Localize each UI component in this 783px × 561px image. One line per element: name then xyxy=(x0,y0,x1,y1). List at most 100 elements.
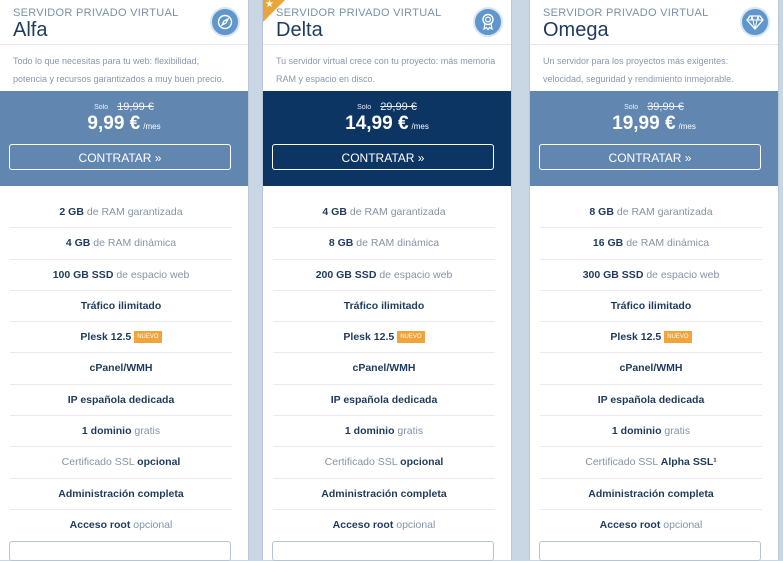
plan-kicker: SERVIDOR PRIVADO VIRTUAL xyxy=(543,7,709,19)
contratar-button[interactable]: CONTRATAR » xyxy=(539,144,761,170)
bottom-button[interactable] xyxy=(539,541,761,561)
feature-strong: Administración completa xyxy=(588,487,714,500)
feature-rest: gratis xyxy=(131,425,161,438)
current-price-row: 9,99 €/mes xyxy=(0,113,248,135)
current-price-row: 19,99 €/mes xyxy=(530,113,778,135)
feature-rest: de RAM garantizada xyxy=(346,206,446,218)
feature-strong: Acceso root xyxy=(332,518,394,531)
feature-row: Tráfico ilimitado xyxy=(10,291,232,323)
plan-name: Alfa xyxy=(13,19,48,41)
feature-strong: Tráfico ilimitado xyxy=(343,299,425,312)
diamond-icon xyxy=(740,7,770,37)
current-price: 19,99 € xyxy=(612,113,676,134)
new-badge: NUEVO xyxy=(664,331,692,344)
plan-description: Todo lo que necesitas para tu web: flexi… xyxy=(13,56,225,84)
feature-rest: opcional xyxy=(130,518,173,531)
feature-strong: cPanel/WMH xyxy=(619,362,683,375)
feature-row: IP española dedicada xyxy=(273,385,495,417)
old-price-row: Solo 19,99 € xyxy=(0,101,248,113)
plan-description: Tu servidor virtual crece con tu proyect… xyxy=(276,56,496,84)
feature-strong: Administración completa xyxy=(58,487,184,500)
plan-card-delta: ★ SERVIDOR PRIVADO VIRTUAL Delta Tu serv… xyxy=(262,0,512,561)
feature-row: Administración completa xyxy=(10,479,232,510)
feature-row: 8 GB de RAM dinámica xyxy=(273,228,495,260)
plan-header: SERVIDOR PRIVADO VIRTUAL Omega xyxy=(530,0,778,45)
plan-name: Omega xyxy=(543,19,609,41)
plan-description: Un servidor para los proyectos más exige… xyxy=(543,56,734,84)
feature-prefix: Certificado SSL xyxy=(324,456,401,469)
price-band: Solo 29,99 € 14,99 €/mes CONTRATAR » xyxy=(263,91,511,186)
feature-strong: Tráfico ilimitado xyxy=(610,299,692,312)
bottom-button[interactable] xyxy=(272,541,494,561)
feature-rest: opcional xyxy=(660,518,703,531)
feature-strong: IP española dedicada xyxy=(597,393,705,406)
price-band: Solo 39,99 € 19,99 €/mes CONTRATAR » xyxy=(530,91,778,186)
feature-row: 8 GB de RAM garantizada xyxy=(540,197,762,229)
bottom-button[interactable] xyxy=(9,541,231,561)
feature-row: cPanel/WMH xyxy=(273,353,495,385)
new-badge: NUEVO xyxy=(134,331,162,344)
current-price: 14,99 € xyxy=(345,113,409,134)
old-price-row: Solo 39,99 € xyxy=(530,101,778,113)
feature-rest: gratis xyxy=(394,425,424,438)
feature-row: Administración completa xyxy=(273,479,495,510)
feature-strong: 1 dominio xyxy=(611,425,662,438)
feature-strong: 100 GB SSD xyxy=(52,268,114,281)
feature-strong: Administración completa xyxy=(321,487,447,500)
feature-strong: 300 GB SSD xyxy=(582,268,644,281)
new-badge: NUEVO xyxy=(397,331,425,344)
feature-row: 100 GB SSD de espacio web xyxy=(10,260,232,291)
feature-row: Acceso root opcional xyxy=(273,510,495,540)
feature-row: IP española dedicada xyxy=(10,385,232,417)
feature-row: 16 GB de RAM dinámica xyxy=(540,228,762,260)
feature-rest: de espacio web xyxy=(376,268,453,281)
feature-rest: de RAM dinámica xyxy=(353,237,440,250)
feature-rest: de RAM dinámica xyxy=(623,237,710,250)
feature-strong: opcional xyxy=(400,456,444,469)
contratar-button[interactable]: CONTRATAR » xyxy=(9,144,231,170)
price-band: Solo 19,99 € 9,99 €/mes CONTRATAR » xyxy=(0,91,248,186)
feature-strong: IP española dedicada xyxy=(67,393,175,406)
feature-strong: 4 GB xyxy=(322,206,347,218)
feature-row: Certificado SSL Alpha SSL¹ xyxy=(540,447,762,479)
feature-strong: 4 GB xyxy=(65,237,91,250)
compass-icon xyxy=(210,7,240,37)
feature-row: 1 dominio gratis xyxy=(273,416,495,448)
old-price: 19,99 € xyxy=(117,101,154,113)
contratar-button[interactable]: CONTRATAR » xyxy=(272,144,494,170)
feature-strong: 1 dominio xyxy=(81,425,132,438)
feature-row: 2 GB de RAM garantizada xyxy=(10,197,232,229)
feature-row: Plesk 12.5 NUEVO xyxy=(10,322,232,354)
feature-row: cPanel/WMH xyxy=(10,353,232,385)
old-price: 29,99 € xyxy=(380,101,417,113)
feature-row: 200 GB SSD de espacio web xyxy=(273,260,495,291)
feature-rest: de RAM garantizada xyxy=(83,206,183,218)
feature-row: Acceso root opcional xyxy=(10,510,232,540)
feature-row: IP española dedicada xyxy=(540,385,762,417)
feature-strong: Plesk 12.5 xyxy=(610,331,662,344)
feature-row: 1 dominio gratis xyxy=(540,416,762,448)
feature-prefix: Certificado SSL xyxy=(61,456,138,469)
old-price: 39,99 € xyxy=(647,101,684,113)
old-price-row: Solo 29,99 € xyxy=(263,101,511,113)
per-month-label: /mes xyxy=(411,122,429,131)
feature-strong: Acceso root xyxy=(599,518,661,531)
feature-row: Administración completa xyxy=(540,479,762,510)
plan-header: SERVIDOR PRIVADO VIRTUAL Alfa xyxy=(0,0,248,45)
solo-label: Solo xyxy=(357,103,372,111)
feature-row: Tráfico ilimitado xyxy=(540,291,762,323)
solo-label: Solo xyxy=(94,103,109,111)
feature-rest: de RAM dinámica xyxy=(90,237,177,250)
current-price-row: 14,99 €/mes xyxy=(263,113,511,135)
feature-row: cPanel/WMH xyxy=(540,353,762,385)
feature-strong: Plesk 12.5 xyxy=(343,331,395,344)
plan-card-omega: SERVIDOR PRIVADO VIRTUAL Omega Un servid… xyxy=(529,0,779,561)
plan-kicker: SERVIDOR PRIVADO VIRTUAL xyxy=(276,7,442,19)
feature-strong: IP española dedicada xyxy=(330,393,438,406)
feature-strong: 200 GB SSD xyxy=(315,268,377,281)
feature-row: Acceso root opcional xyxy=(540,510,762,540)
feature-row: Certificado SSL opcional xyxy=(273,447,495,479)
plan-header: ★ SERVIDOR PRIVADO VIRTUAL Delta xyxy=(263,0,511,45)
feature-strong: 16 GB xyxy=(592,237,624,250)
current-price: 9,99 € xyxy=(87,113,141,134)
